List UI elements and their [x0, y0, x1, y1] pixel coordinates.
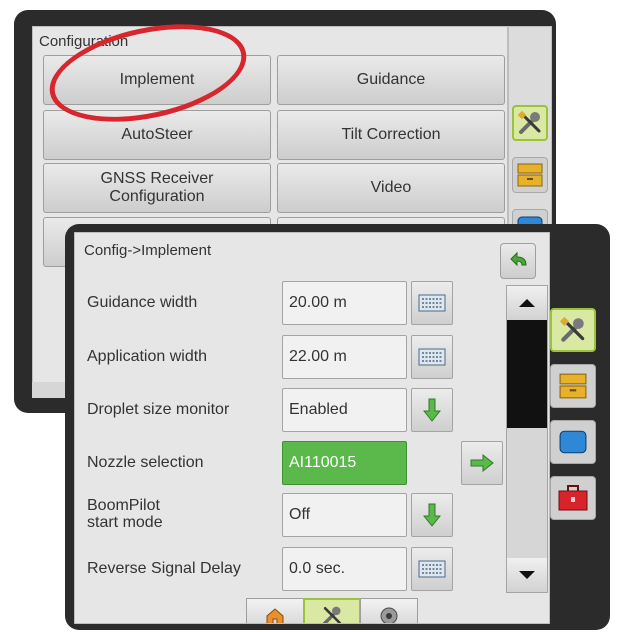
tools-icon[interactable] — [550, 308, 596, 352]
video-button[interactable]: Video — [277, 163, 505, 213]
keyboard-icon[interactable] — [411, 281, 453, 325]
guidance-button[interactable]: Guidance — [277, 55, 505, 105]
boompilot-start-mode-field[interactable]: Off — [282, 493, 407, 537]
toolbox-icon[interactable] — [550, 476, 596, 520]
implement-content: Config->Implement Guidance width 20.00 m… — [74, 232, 550, 624]
page-title: Config->Implement — [84, 242, 212, 259]
reverse-signal-delay-label: Reverse Signal Delay — [87, 559, 241, 577]
droplet-size-monitor-field[interactable]: Enabled — [282, 388, 407, 432]
tools-tab[interactable] — [303, 598, 361, 623]
droplet-size-monitor-label: Droplet size monitor — [87, 400, 230, 418]
scrollbar[interactable] — [506, 285, 548, 593]
bottom-tab-bar — [246, 598, 418, 623]
nozzle-selection-field[interactable]: AI110015 — [282, 441, 407, 485]
application-width-field[interactable]: 22.00 m — [282, 335, 407, 379]
tools-icon — [322, 606, 341, 623]
home-icon — [266, 608, 284, 623]
right-arrow-icon[interactable] — [461, 441, 503, 485]
list-item: Droplet size monitor Enabled — [75, 384, 505, 434]
list-item: Application width 22.00 m — [75, 331, 505, 381]
keyboard-icon[interactable] — [411, 547, 453, 591]
scrollbar-thumb[interactable] — [507, 320, 547, 428]
list-item: Nozzle selection AI110015 — [75, 437, 505, 487]
down-arrow-icon[interactable] — [411, 493, 453, 537]
caret-up-icon — [519, 299, 535, 307]
side-menu — [550, 232, 602, 624]
gauge-icon — [380, 607, 398, 623]
gauge-tab[interactable] — [360, 598, 418, 623]
gnss-receiver-configuration-button[interactable]: GNSS Receiver Configuration — [43, 163, 271, 213]
boompilot-start-mode-label: BoomPilot start mode — [87, 497, 163, 531]
monitor-icon[interactable] — [550, 420, 596, 464]
cabinet-icon[interactable] — [550, 364, 596, 408]
application-width-label: Application width — [87, 347, 208, 365]
nozzle-selection-label: Nozzle selection — [87, 453, 204, 471]
scroll-up-button[interactable] — [507, 286, 547, 320]
tools-icon[interactable] — [512, 105, 548, 141]
implement-screen: Config->Implement Guidance width 20.00 m… — [65, 224, 610, 630]
list-item: Reverse Signal Delay 0.0 sec. — [75, 543, 505, 593]
reverse-signal-delay-field[interactable]: 0.0 sec. — [282, 547, 407, 591]
guidance-width-field[interactable]: 20.00 m — [282, 281, 407, 325]
list-item: Guidance width 20.00 m — [75, 277, 505, 327]
guidance-width-label: Guidance width — [87, 293, 198, 311]
tilt-correction-button[interactable]: Tilt Correction — [277, 110, 505, 160]
caret-down-icon — [519, 571, 535, 579]
cabinet-icon[interactable] — [512, 157, 548, 193]
list-item: BoomPilot start mode Off — [75, 489, 505, 539]
down-arrow-icon[interactable] — [411, 388, 453, 432]
scroll-down-button[interactable] — [507, 558, 547, 592]
page-title: Configuration — [39, 33, 129, 50]
back-arrow-icon — [510, 251, 527, 267]
autosteer-button[interactable]: AutoSteer — [43, 110, 271, 160]
implement-button[interactable]: Implement — [43, 55, 271, 105]
home-tab[interactable] — [246, 598, 304, 623]
back-button[interactable] — [500, 243, 536, 279]
keyboard-icon[interactable] — [411, 335, 453, 379]
